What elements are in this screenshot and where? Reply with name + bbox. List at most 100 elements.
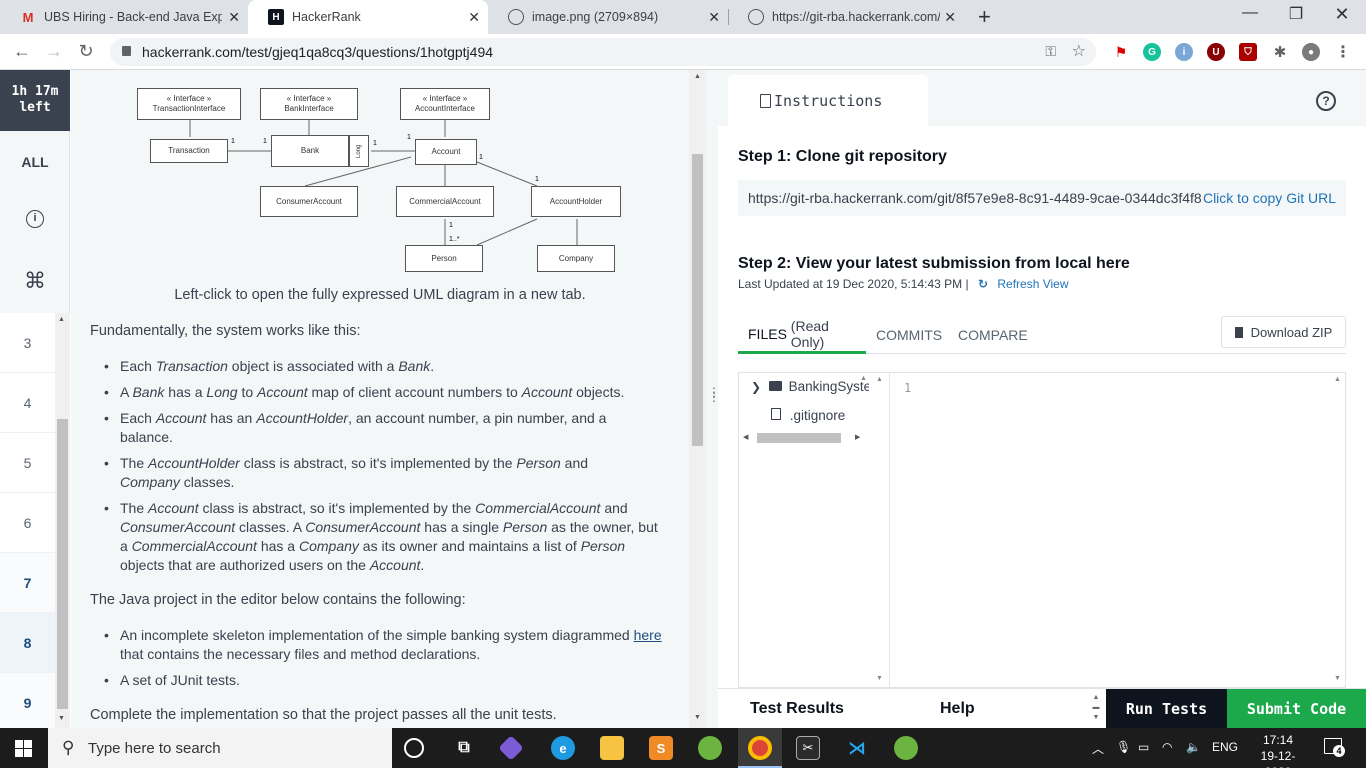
uml-stereotype: « Interface » xyxy=(286,94,332,103)
task-view-icon[interactable]: ⧉ xyxy=(452,736,476,760)
spring-tool-icon[interactable] xyxy=(894,736,918,760)
forward-button[interactable]: → xyxy=(42,41,66,62)
chrome-icon xyxy=(748,736,772,760)
chrome-taskbar-active[interactable] xyxy=(738,728,782,768)
help-tab[interactable]: Help xyxy=(940,689,975,729)
chevron-right-icon[interactable]: ❯ xyxy=(751,380,761,394)
bottom-bar-scroller[interactable]: ▲ ▬ ▼ xyxy=(1090,693,1102,725)
question-item[interactable]: 7 xyxy=(0,553,55,613)
tab-title: HackerRank xyxy=(292,10,361,24)
tree-file-item[interactable]: .gitignore xyxy=(771,408,845,423)
file-explorer-icon[interactable] xyxy=(600,736,624,760)
clock[interactable]: 17:14 19-12-2020 xyxy=(1250,732,1306,780)
extension-icon[interactable]: i xyxy=(1175,43,1193,61)
last-updated-row: Last Updated at 19 Dec 2020, 5:14:43 PM … xyxy=(738,277,1069,291)
tab-files[interactable]: FILES (Read Only) xyxy=(738,316,866,354)
spring-tool-icon[interactable] xyxy=(698,736,722,760)
timer-value: 1h 17m xyxy=(11,84,59,99)
java-intro-paragraph: The Java project in the editor below con… xyxy=(90,592,466,608)
question-item-current[interactable]: 8 xyxy=(0,613,55,673)
tree-vertical-scrollbar[interactable]: ▲ xyxy=(857,373,871,433)
repo-view-tabs: FILES (Read Only) COMMITS COMPARE Downlo… xyxy=(738,316,1346,354)
vscode-icon[interactable]: ⋊ xyxy=(845,736,869,760)
star-icon[interactable]: ☆ xyxy=(1072,41,1086,61)
sublime-icon[interactable]: S xyxy=(649,736,673,760)
puzzle-icon[interactable]: ✱ xyxy=(1271,43,1289,61)
all-questions-link[interactable]: ALL xyxy=(0,154,70,170)
tab-git[interactable]: https://git-rba.hackerrank.com/gi ✕ xyxy=(728,0,964,34)
here-link[interactable]: here xyxy=(634,627,662,643)
tab-gmail[interactable]: M UBS Hiring - Back-end Java Exper ✕ xyxy=(0,0,248,34)
test-results-tab[interactable]: Test Results xyxy=(750,689,844,729)
uml-diagram[interactable]: « Interface » TransactionInterface « Inte… xyxy=(131,82,631,278)
submit-code-button[interactable]: Submit Code xyxy=(1227,689,1366,729)
edge-icon[interactable]: e xyxy=(551,736,575,760)
tab-hackerrank[interactable]: H HackerRank ✕ xyxy=(248,0,488,34)
question-item[interactable]: 4 xyxy=(0,373,55,433)
close-window-button[interactable]: ✕ xyxy=(1322,4,1362,25)
avatar[interactable]: ● xyxy=(1302,43,1320,61)
wifi-icon[interactable]: ◠ xyxy=(1162,740,1172,754)
back-button[interactable]: ← xyxy=(10,41,34,62)
chevron-up-icon[interactable]: ︿ xyxy=(1092,740,1104,757)
close-icon[interactable]: ✕ xyxy=(944,9,956,26)
uml-multiplicity: 1 xyxy=(373,140,377,147)
taskbar-search-box[interactable]: ⚲ Type here to search xyxy=(48,728,392,768)
uml-account: Account xyxy=(415,139,477,165)
new-tab-button[interactable]: + xyxy=(978,4,991,30)
code-editor[interactable]: 1 ▲ ▼ xyxy=(889,372,1346,688)
tree-folder-item[interactable]: ❯ BankingSyste xyxy=(751,379,869,394)
tab-instructions[interactable]: Instructions xyxy=(728,75,928,126)
help-icon[interactable]: ? xyxy=(1316,91,1336,111)
question-item[interactable]: 3 xyxy=(0,313,55,373)
question-list: 3 4 5 6 7 8 9 xyxy=(0,313,55,733)
editor-scrollbar[interactable]: ▲ ▼ xyxy=(1331,373,1345,687)
question-list-scrollbar[interactable]: ▲ ▼ xyxy=(55,313,70,728)
command-icon[interactable]: ⌘ xyxy=(0,268,70,294)
pane-resize-handle[interactable]: ⋮⋮⋮⋮ xyxy=(706,70,730,728)
reload-button[interactable]: ↻ xyxy=(74,41,98,62)
file-tree-panel-scrollbar[interactable]: ▲ ▼ xyxy=(871,372,889,688)
language-indicator[interactable]: ENG xyxy=(1212,740,1238,754)
microphone-icon[interactable]: 🎙 xyxy=(1116,740,1131,754)
windows-start-icon[interactable] xyxy=(15,740,32,757)
snipping-tool-icon[interactable]: ✂ xyxy=(796,736,820,760)
cortana-icon[interactable] xyxy=(404,738,424,758)
shield-icon[interactable]: ⛉ xyxy=(1239,43,1257,61)
menu-icon[interactable]: ⋮ xyxy=(1334,43,1352,61)
git-url-box[interactable]: https://git-rba.hackerrank.com/git/8f57e… xyxy=(738,180,1346,216)
download-zip-button[interactable]: Download ZIP xyxy=(1221,316,1346,348)
copy-git-url-link[interactable]: Click to copy Git URL xyxy=(1200,190,1336,206)
refresh-view-link[interactable]: Refresh View xyxy=(997,277,1068,291)
close-icon[interactable]: ✕ xyxy=(468,9,480,26)
question-item[interactable]: 5 xyxy=(0,433,55,493)
uml-company: Company xyxy=(537,245,615,272)
flag-extension-icon[interactable]: ⚑ xyxy=(1112,43,1130,61)
address-bar[interactable]: hackerrank.com/test/gjeq1qa8cq3/question… xyxy=(110,38,1096,66)
ublock-icon[interactable]: U xyxy=(1207,43,1225,61)
maximize-button[interactable]: ❐ xyxy=(1276,4,1316,24)
tab-commits[interactable]: COMMITS xyxy=(866,316,952,354)
run-tests-button[interactable]: Run Tests xyxy=(1106,689,1227,729)
close-icon[interactable]: ✕ xyxy=(228,9,240,26)
close-icon[interactable]: ✕ xyxy=(708,9,720,26)
refresh-icon[interactable]: ↻ xyxy=(978,277,988,291)
volume-icon[interactable]: 🔈 xyxy=(1186,740,1201,754)
battery-icon[interactable]: ▭ xyxy=(1138,740,1149,754)
info-icon[interactable]: i xyxy=(0,208,70,228)
key-icon[interactable]: ⚿ xyxy=(1045,43,1056,60)
tab-compare[interactable]: COMPARE xyxy=(948,316,1038,354)
tree-horizontal-scrollbar[interactable]: ◀ ▶ xyxy=(739,431,871,445)
notification-icon[interactable]: 4 xyxy=(1324,738,1345,757)
document-icon xyxy=(760,94,771,108)
app-icon[interactable] xyxy=(498,735,524,761)
clock-time: 17:14 xyxy=(1262,733,1294,747)
question-item[interactable]: 6 xyxy=(0,493,55,553)
tab-image[interactable]: image.png (2709×894) ✕ xyxy=(488,0,728,34)
minimize-button[interactable]: — xyxy=(1230,4,1270,22)
grammarly-icon[interactable]: G xyxy=(1143,43,1161,61)
tab-files-suffix: (Read Only) xyxy=(790,317,829,350)
question-item[interactable]: 9 xyxy=(0,673,55,733)
problem-scrollbar[interactable]: ▲ ▼ xyxy=(689,70,706,728)
uml-bank-interface: « Interface » BankInterface xyxy=(260,88,358,120)
